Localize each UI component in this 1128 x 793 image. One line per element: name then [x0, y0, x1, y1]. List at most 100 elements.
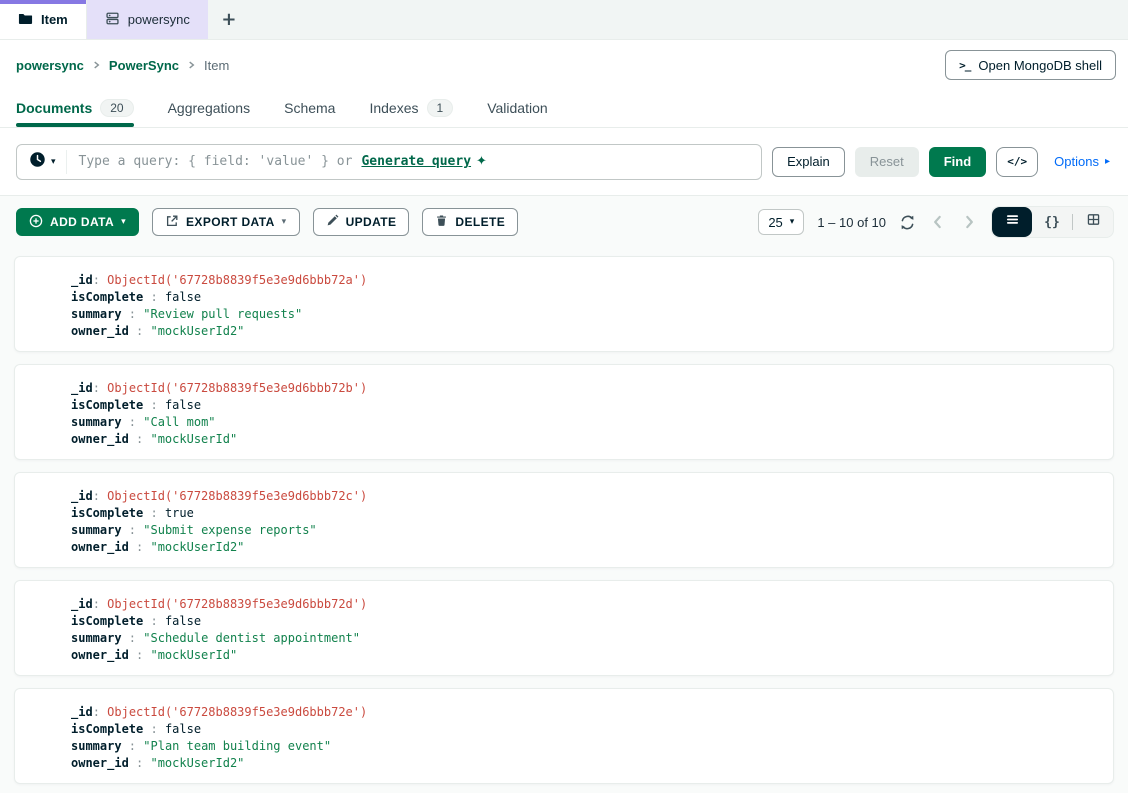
delete-label: DELETE — [455, 215, 505, 229]
field-value: ObjectId('67728b8839f5e3e9d6bbb72a') — [107, 273, 367, 287]
field-separator: : — [129, 324, 151, 338]
document-card[interactable]: _id: ObjectId('67728b8839f5e3e9d6bbb72a'… — [14, 256, 1114, 352]
field-separator: : — [143, 290, 165, 304]
update-button[interactable]: UPDATE — [313, 208, 410, 236]
trash-icon — [435, 214, 448, 230]
workspace-tab-powersync[interactable]: powersync — [87, 0, 208, 39]
view-switcher: {} — [991, 206, 1114, 238]
list-view-button[interactable] — [992, 207, 1032, 237]
new-tab-button[interactable]: + — [208, 0, 250, 39]
tab-schema[interactable]: Schema — [284, 90, 335, 127]
sparkle-icon: ✦ — [476, 154, 487, 169]
field-key: isComplete — [71, 614, 143, 628]
page-size-value: 25 — [768, 215, 782, 230]
reset-button[interactable]: Reset — [855, 147, 919, 177]
workspace-tab-label: powersync — [128, 12, 190, 27]
options-label: Options — [1054, 154, 1099, 169]
field-value: ObjectId('67728b8839f5e3e9d6bbb72e') — [107, 705, 367, 719]
field-key: owner_id — [71, 540, 129, 554]
breadcrumb-schema[interactable]: PowerSync — [109, 58, 179, 73]
field-key: isComplete — [71, 290, 143, 304]
field-separator: : — [93, 381, 107, 395]
plus-circle-icon — [29, 214, 43, 231]
document-field: _id: ObjectId('67728b8839f5e3e9d6bbb72d'… — [71, 596, 1113, 613]
workspace-tab-item[interactable]: Item — [0, 0, 87, 39]
generate-query-link[interactable]: Generate query — [361, 154, 471, 169]
query-input[interactable]: ▾ Type a query: { field: 'value' } or Ge… — [16, 144, 762, 180]
field-key: summary — [71, 307, 122, 321]
terminal-icon: >_ — [959, 59, 970, 72]
tab-label: Indexes — [369, 100, 418, 116]
caret-right-icon: ▸ — [1105, 156, 1110, 167]
document-field: _id: ObjectId('67728b8839f5e3e9d6bbb72b'… — [71, 380, 1113, 397]
delete-button[interactable]: DELETE — [422, 208, 518, 236]
document-field: summary : "Submit expense reports" — [71, 522, 1113, 539]
open-mongodb-shell-button[interactable]: >_ Open MongoDB shell — [945, 50, 1116, 80]
documents-toolbar: ADD DATA ▾ EXPORT DATA ▾ UPDATE DELETE 2… — [0, 196, 1128, 256]
table-view-button[interactable] — [1073, 207, 1113, 237]
tab-count-badge: 20 — [100, 99, 133, 117]
server-icon — [105, 11, 120, 29]
document-card[interactable]: _id: ObjectId('67728b8839f5e3e9d6bbb72e'… — [14, 688, 1114, 784]
breadcrumb-collection: Item — [204, 58, 229, 73]
document-card[interactable]: _id: ObjectId('67728b8839f5e3e9d6bbb72b'… — [14, 364, 1114, 460]
field-key: _id — [71, 273, 93, 287]
json-view-button[interactable]: {} — [1032, 207, 1072, 237]
field-separator: : — [93, 705, 107, 719]
field-value: "Call mom" — [143, 415, 215, 429]
field-value: "Submit expense reports" — [143, 523, 316, 537]
find-button[interactable]: Find — [929, 147, 986, 177]
field-separator: : — [143, 722, 165, 736]
field-value: false — [165, 290, 201, 304]
code-toggle-button[interactable]: </> — [996, 147, 1038, 177]
pagination-cluster: 25 ▾ 1 – 10 of 10 {} — [758, 206, 1114, 238]
pencil-icon — [326, 214, 339, 230]
explain-button[interactable]: Explain — [772, 147, 845, 177]
field-separator: : — [143, 398, 165, 412]
refresh-button[interactable] — [899, 214, 916, 231]
export-data-button[interactable]: EXPORT DATA ▾ — [152, 208, 300, 236]
field-separator: : — [129, 756, 151, 770]
page-size-select[interactable]: 25 ▾ — [758, 209, 804, 235]
add-data-label: ADD DATA — [50, 215, 114, 229]
prev-page-button[interactable] — [929, 213, 947, 231]
field-separator: : — [93, 273, 107, 287]
document-card[interactable]: _id: ObjectId('67728b8839f5e3e9d6bbb72c'… — [14, 472, 1114, 568]
braces-icon: {} — [1044, 215, 1060, 230]
add-data-button[interactable]: ADD DATA ▾ — [16, 208, 139, 236]
tab-aggregations[interactable]: Aggregations — [168, 90, 251, 127]
document-field: owner_id : "mockUserId2" — [71, 539, 1113, 556]
field-separator: : — [129, 432, 151, 446]
query-placeholder-text: Type a query: { field: 'value' } or — [79, 154, 353, 169]
breadcrumb: powersync PowerSync Item — [16, 58, 229, 73]
field-key: isComplete — [71, 506, 143, 520]
field-value: ObjectId('67728b8839f5e3e9d6bbb72d') — [107, 597, 367, 611]
chevron-down-icon: ▾ — [282, 217, 287, 227]
document-field: owner_id : "mockUserId2" — [71, 755, 1113, 772]
document-card[interactable]: _id: ObjectId('67728b8839f5e3e9d6bbb72d'… — [14, 580, 1114, 676]
document-field: isComplete : false — [71, 289, 1113, 306]
field-separator: : — [143, 614, 165, 628]
next-page-button[interactable] — [960, 213, 978, 231]
field-key: owner_id — [71, 648, 129, 662]
tab-count-badge: 1 — [427, 99, 454, 117]
folder-icon — [18, 11, 33, 29]
field-separator: : — [122, 523, 144, 537]
workspace-tab-label: Item — [41, 12, 68, 27]
field-key: summary — [71, 739, 122, 753]
export-icon — [165, 214, 179, 231]
tab-indexes[interactable]: Indexes 1 — [369, 90, 453, 127]
document-field: isComplete : false — [71, 613, 1113, 630]
query-history-button[interactable]: ▾ — [17, 150, 67, 174]
chevron-down-icon: ▾ — [121, 217, 126, 227]
workspace-tabbar: Item powersync + — [0, 0, 1128, 40]
field-value: true — [165, 506, 194, 520]
tab-validation[interactable]: Validation — [487, 90, 547, 127]
options-toggle[interactable]: Options ▸ — [1054, 154, 1110, 169]
document-list: _id: ObjectId('67728b8839f5e3e9d6bbb72a'… — [0, 256, 1128, 784]
breadcrumb-database[interactable]: powersync — [16, 58, 84, 73]
field-separator: : — [122, 415, 144, 429]
tab-documents[interactable]: Documents20 — [16, 90, 134, 127]
query-placeholder: Type a query: { field: 'value' } or Gene… — [79, 154, 487, 169]
field-separator: : — [122, 739, 144, 753]
